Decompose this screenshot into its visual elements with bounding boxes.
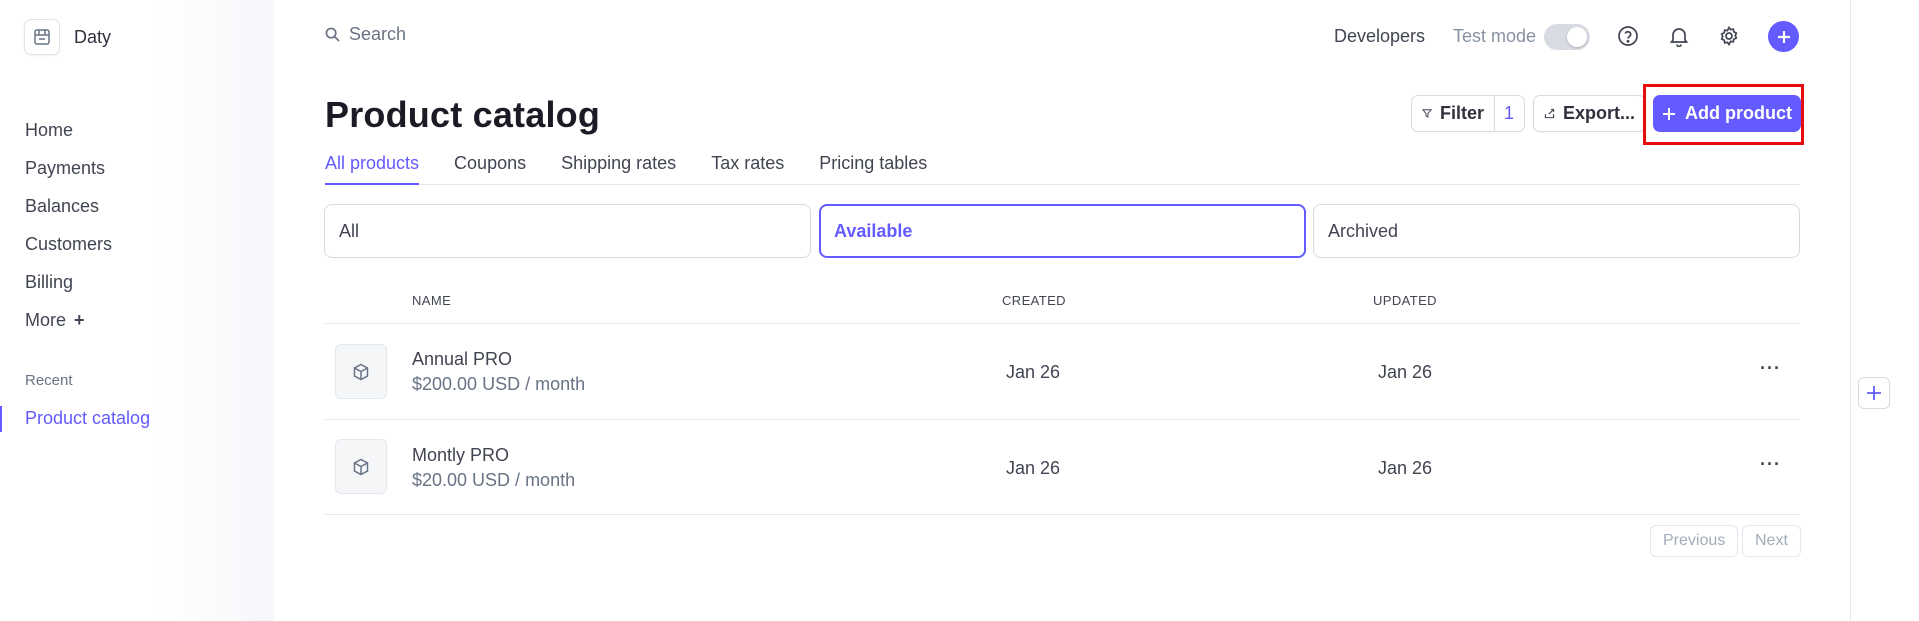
status-filter-label: Archived xyxy=(1328,220,1399,241)
product-created: Jan 26 xyxy=(1006,362,1061,382)
search-placeholder: Search xyxy=(349,24,407,44)
sidebar-item-label: More xyxy=(25,310,67,330)
status-filter-all[interactable]: All xyxy=(324,204,811,258)
export-icon xyxy=(1544,108,1555,119)
right-rail xyxy=(1850,0,1919,621)
product-name[interactable]: Montly PRO xyxy=(412,445,509,466)
sidebar-item-payments[interactable]: Payments xyxy=(25,148,112,186)
sidebar-item-billing[interactable]: Billing xyxy=(25,262,112,300)
test-mode-label: Test mode xyxy=(1453,26,1537,46)
sidebar-item-label: Billing xyxy=(25,272,74,292)
sidebar-item-label: Balances xyxy=(25,196,100,216)
table-divider xyxy=(325,323,1800,324)
plus-icon: + xyxy=(74,310,85,330)
status-filter-available[interactable]: Available xyxy=(819,204,1306,258)
rail-add-button[interactable] xyxy=(1858,377,1890,409)
row-more-icon[interactable]: ··· xyxy=(1760,358,1780,379)
tab-pricing-tables[interactable]: Pricing tables xyxy=(819,150,927,185)
product-name[interactable]: Annual PRO xyxy=(412,349,512,370)
create-new-button[interactable] xyxy=(1768,21,1799,52)
plus-icon xyxy=(1777,30,1790,43)
product-price: $200.00 USD / month xyxy=(412,374,586,394)
help-icon[interactable] xyxy=(1616,24,1640,48)
export-button[interactable]: Export... xyxy=(1533,95,1646,132)
search-input[interactable]: Search xyxy=(325,24,406,45)
store-icon xyxy=(24,19,60,55)
sidebar-item-home[interactable]: Home xyxy=(25,110,112,148)
column-header-created[interactable]: CREATED xyxy=(1002,293,1066,308)
main-nav: Home Payments Balances Customers Billing… xyxy=(25,110,112,338)
sidebar-item-label: Customers xyxy=(25,234,113,254)
sidebar-item-more[interactable]: More + xyxy=(25,300,112,338)
column-header-updated[interactable]: UPDATED xyxy=(1373,293,1437,308)
account-switcher[interactable]: Daty xyxy=(24,19,111,55)
product-price: $20.00 USD / month xyxy=(412,470,576,490)
product-updated: Jan 26 xyxy=(1378,458,1433,478)
test-mode-toggle[interactable] xyxy=(1544,24,1590,50)
active-indicator xyxy=(0,406,2,432)
sidebar-item-customers[interactable]: Customers xyxy=(25,224,112,262)
gear-icon[interactable] xyxy=(1717,24,1741,48)
filter-button[interactable]: Filter 1 xyxy=(1411,95,1525,132)
recent-section-label: Recent xyxy=(25,372,73,389)
developers-link[interactable]: Developers xyxy=(1334,26,1425,47)
filter-icon xyxy=(1422,109,1432,118)
table-divider xyxy=(325,514,1800,515)
tab-all-products[interactable]: All products xyxy=(325,150,420,185)
product-thumbnail[interactable] xyxy=(335,439,387,494)
add-product-label: Add product xyxy=(1685,103,1792,123)
status-filter-label: Available xyxy=(834,220,913,241)
previous-button[interactable]: Previous xyxy=(1650,525,1739,557)
box-icon xyxy=(353,458,369,475)
sidebar: Daty Home Payments Balances Customers Bi… xyxy=(0,0,274,621)
export-label: Export... xyxy=(1562,103,1635,123)
product-created: Jan 26 xyxy=(1006,458,1061,478)
plus-icon xyxy=(1867,386,1881,400)
product-thumbnail[interactable] xyxy=(335,344,387,399)
filter-label: Filter xyxy=(1439,103,1484,123)
tab-shipping-rates[interactable]: Shipping rates xyxy=(561,150,676,185)
box-icon xyxy=(353,363,369,380)
add-product-button[interactable]: Add product xyxy=(1653,95,1801,132)
table-divider xyxy=(325,419,1800,420)
sidebar-item-balances[interactable]: Balances xyxy=(25,186,112,224)
sidebar-item-label: Payments xyxy=(25,158,106,178)
product-updated: Jan 26 xyxy=(1378,362,1433,382)
status-filter-label: All xyxy=(339,220,360,241)
account-name: Daty xyxy=(74,26,112,47)
page-title: Product catalog xyxy=(325,94,601,135)
status-filter-archived[interactable]: Archived xyxy=(1313,204,1800,258)
next-button[interactable]: Next xyxy=(1742,525,1801,557)
row-more-icon[interactable]: ··· xyxy=(1760,454,1780,475)
toggle-knob xyxy=(1567,27,1587,47)
tab-tax-rates[interactable]: Tax rates xyxy=(711,150,784,185)
bell-icon[interactable] xyxy=(1667,24,1691,48)
sidebar-item-product-catalog[interactable]: Product catalog xyxy=(25,408,150,429)
filter-count-badge: 1 xyxy=(1493,95,1514,132)
tab-bar: All products Coupons Shipping rates Tax … xyxy=(325,150,1800,185)
tab-coupons[interactable]: Coupons xyxy=(454,150,526,185)
sidebar-item-label: Home xyxy=(25,120,74,140)
search-icon xyxy=(325,27,340,42)
plus-icon xyxy=(1663,107,1675,120)
column-header-name[interactable]: NAME xyxy=(412,293,451,308)
